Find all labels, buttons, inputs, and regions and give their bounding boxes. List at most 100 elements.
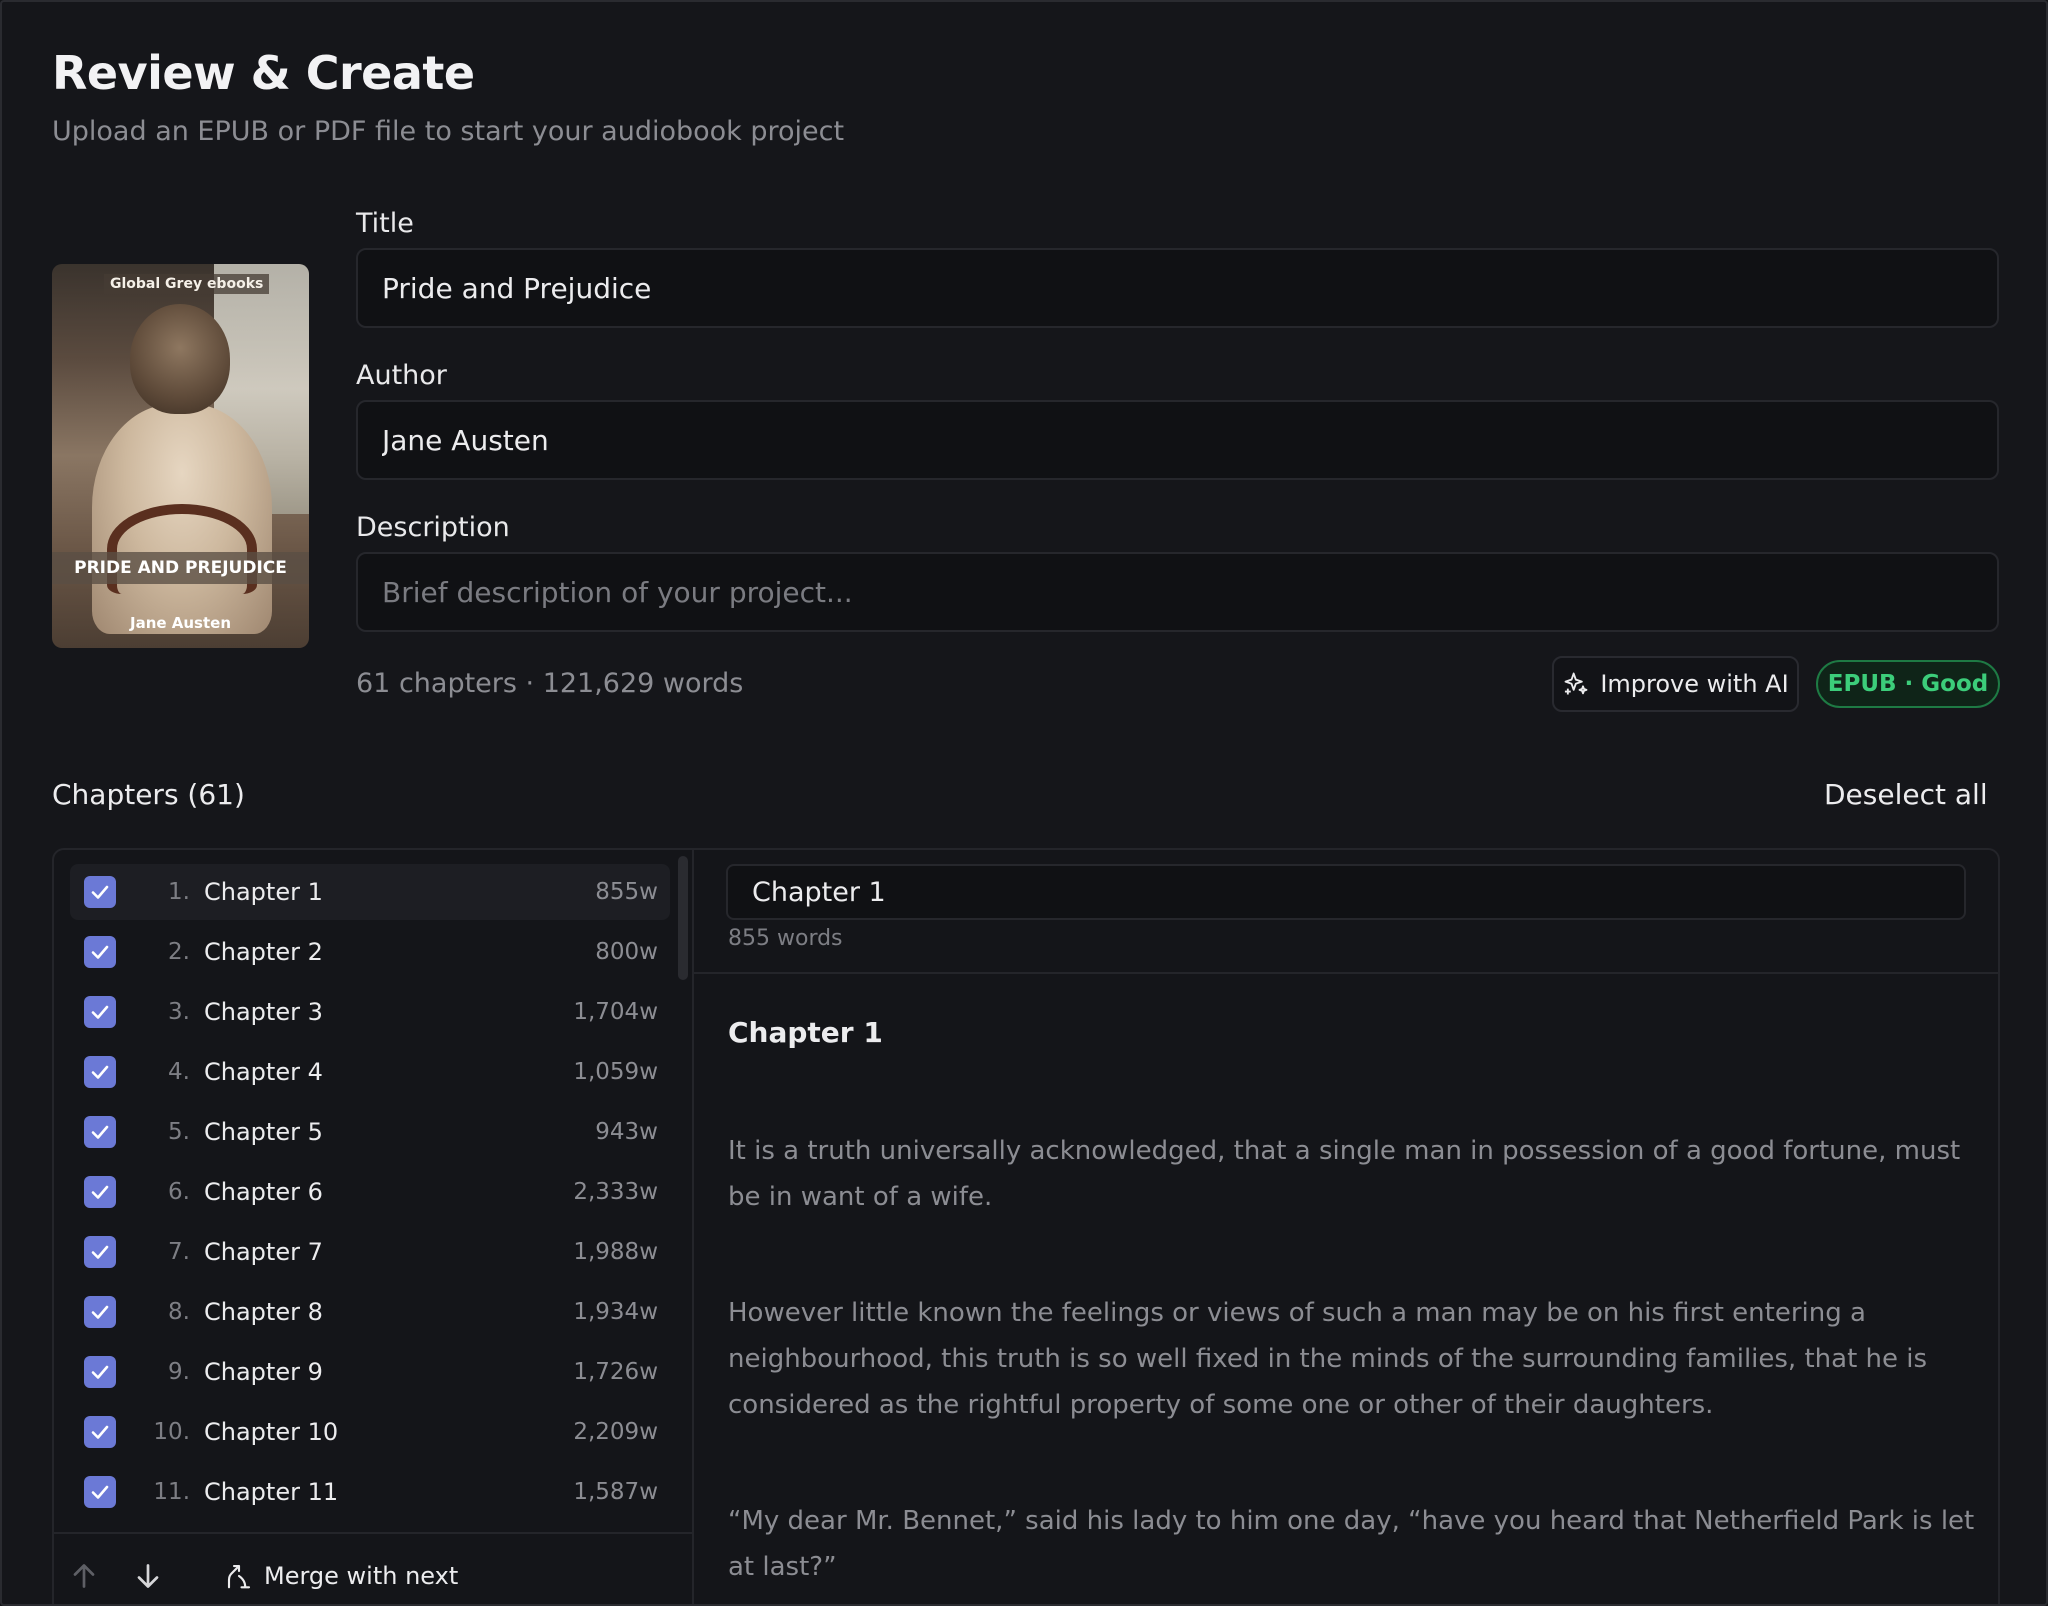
improve-with-ai-label: Improve with AI <box>1600 670 1789 698</box>
checkmark-icon <box>91 1185 109 1199</box>
arrow-up-icon[interactable] <box>66 1558 102 1594</box>
chapter-row[interactable]: 7. Chapter 7 1,988w <box>70 1224 670 1280</box>
chapter-title: Chapter 9 <box>204 1358 323 1386</box>
chapters-heading: Chapters (61) <box>52 778 245 811</box>
merge-with-next-label: Merge with next <box>264 1562 459 1590</box>
improve-with-ai-button[interactable]: Improve with AI <box>1552 656 1799 712</box>
checkmark-icon <box>91 1485 109 1499</box>
checkmark-icon <box>91 1305 109 1319</box>
title-label: Title <box>356 208 414 239</box>
chapter-checkbox[interactable] <box>84 876 116 908</box>
chapter-title: Chapter 2 <box>204 938 323 966</box>
chapter-title: Chapter 11 <box>204 1478 339 1506</box>
chapter-list-scrollbar[interactable] <box>678 856 688 980</box>
chapter-row[interactable]: 2. Chapter 2 800w <box>70 924 670 980</box>
chapter-title: Chapter 5 <box>204 1118 323 1146</box>
chapter-checkbox[interactable] <box>84 1056 116 1088</box>
chapter-number: 9. <box>168 1359 190 1385</box>
cover-author: Jane Austen <box>129 614 231 632</box>
checkmark-icon <box>91 1065 109 1079</box>
description-label: Description <box>356 512 510 543</box>
deselect-all-button[interactable]: Deselect all <box>1824 778 1988 811</box>
chapter-paragraph: However little known the feelings or vie… <box>728 1298 1928 1420</box>
chapter-title: Chapter 7 <box>204 1238 323 1266</box>
checkmark-icon <box>91 885 109 899</box>
page-subtitle: Upload an EPUB or PDF file to start your… <box>52 116 845 147</box>
chapter-number: 4. <box>168 1059 190 1085</box>
merge-icon <box>227 1564 251 1589</box>
chapter-body-heading: Chapter 1 <box>728 1016 883 1049</box>
chapter-number: 2. <box>168 939 190 965</box>
chapter-title: Chapter 1 <box>204 878 323 906</box>
chapter-word-count: 1,587w <box>573 1479 658 1505</box>
format-quality-badge: EPUB · Good <box>1816 660 2000 708</box>
chapter-list: 1. Chapter 1 855w 2. Chapter 2 800w 3. Chapter … <box>54 850 694 1604</box>
chapter-word-count: 1,059w <box>573 1059 658 1085</box>
chapter-number: 3. <box>168 999 190 1025</box>
chapter-word-count: 855w <box>595 879 658 905</box>
checkmark-icon <box>91 1365 109 1379</box>
chapter-checkbox[interactable] <box>84 1236 116 1268</box>
chapter-title: Chapter 6 <box>204 1178 323 1206</box>
cover-figure-hair-art <box>130 304 230 414</box>
chapter-checkbox[interactable] <box>84 1476 116 1508</box>
chapter-list-toolbar: Merge with next <box>54 1532 692 1604</box>
chapter-paragraph: “My dear Mr. Bennet,” said his lady to h… <box>728 1506 1975 1582</box>
chapter-row[interactable]: 9. Chapter 9 1,726w <box>70 1344 670 1400</box>
review-create-window: Review & Create Upload an EPUB or PDF fi… <box>0 0 2048 1606</box>
chapters-panel: 1. Chapter 1 855w 2. Chapter 2 800w 3. Chapter … <box>52 848 2000 1604</box>
chapter-checkbox[interactable] <box>84 1296 116 1328</box>
chapter-word-count: 1,726w <box>573 1359 658 1385</box>
chapter-number: 10. <box>153 1419 190 1445</box>
checkmark-icon <box>91 945 109 959</box>
chapter-checkbox[interactable] <box>84 1356 116 1388</box>
chapter-row[interactable]: 1. Chapter 1 855w <box>70 864 670 920</box>
chapter-checkbox[interactable] <box>84 1176 116 1208</box>
chapter-word-count: 2,209w <box>573 1419 658 1445</box>
cover-publisher: Global Grey ebooks <box>104 274 270 294</box>
author-input[interactable] <box>356 400 1999 480</box>
title-input[interactable] <box>356 248 1999 328</box>
chapter-editor: 855 words Chapter 1 It is a truth univer… <box>694 850 1998 1604</box>
chapter-word-count: 2,333w <box>573 1179 658 1205</box>
description-input[interactable] <box>356 552 1999 632</box>
chapter-number: 7. <box>168 1239 190 1265</box>
chapter-row[interactable]: 8. Chapter 8 1,934w <box>70 1284 670 1340</box>
chapter-word-count: 1,934w <box>573 1299 658 1325</box>
editor-divider <box>694 972 1998 974</box>
merge-with-next-button[interactable]: Merge with next <box>224 1556 458 1596</box>
chapter-number: 5. <box>168 1119 190 1145</box>
chapter-row[interactable]: 10. Chapter 10 2,209w <box>70 1404 670 1460</box>
chapter-number: 8. <box>168 1299 190 1325</box>
author-label: Author <box>356 360 447 391</box>
chapter-title: Chapter 4 <box>204 1058 323 1086</box>
chapter-word-count: 800w <box>595 939 658 965</box>
arrow-down-icon[interactable] <box>130 1558 166 1594</box>
chapter-row[interactable]: 4. Chapter 4 1,059w <box>70 1044 670 1100</box>
checkmark-icon <box>91 1125 109 1139</box>
sparkles-icon <box>1564 672 1588 695</box>
chapter-checkbox[interactable] <box>84 1116 116 1148</box>
checkmark-icon <box>91 1245 109 1259</box>
chapter-checkbox[interactable] <box>84 996 116 1028</box>
chapter-title-input[interactable] <box>726 864 1966 920</box>
chapter-number: 1. <box>168 879 190 905</box>
chapter-row[interactable]: 3. Chapter 3 1,704w <box>70 984 670 1040</box>
chapter-title: Chapter 8 <box>204 1298 323 1326</box>
book-cover-image: Global Grey ebooks PRIDE AND PREJUDICE J… <box>52 264 309 648</box>
chapter-row[interactable]: 5. Chapter 5 943w <box>70 1104 670 1160</box>
chapter-row[interactable]: 6. Chapter 6 2,333w <box>70 1164 670 1220</box>
checkmark-icon <box>91 1425 109 1439</box>
chapter-row[interactable]: 11. Chapter 11 1,587w <box>70 1464 670 1520</box>
chapter-word-count: 1,988w <box>573 1239 658 1265</box>
chapter-title: Chapter 3 <box>204 998 323 1026</box>
chapter-word-count: 943w <box>595 1119 658 1145</box>
checkmark-icon <box>91 1005 109 1019</box>
chapter-title: Chapter 10 <box>204 1418 339 1446</box>
book-stats: 61 chapters · 121,629 words <box>356 668 744 699</box>
chapter-checkbox[interactable] <box>84 1416 116 1448</box>
cover-title: PRIDE AND PREJUDICE <box>52 552 309 584</box>
chapter-word-count: 855 words <box>728 926 843 951</box>
chapter-checkbox[interactable] <box>84 936 116 968</box>
chapter-number: 11. <box>153 1479 190 1505</box>
